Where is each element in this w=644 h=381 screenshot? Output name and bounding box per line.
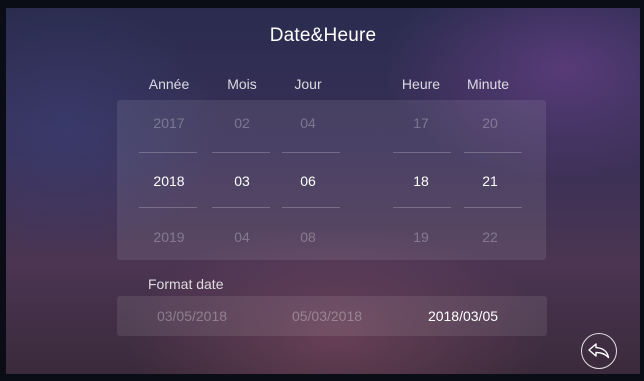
hour-wheel[interactable]: 17 18 19 (391, 100, 451, 260)
back-button[interactable] (581, 333, 617, 369)
month-next[interactable]: 04 (212, 229, 272, 245)
minute-prev[interactable]: 20 (460, 115, 520, 131)
header-year: Année (148, 76, 190, 92)
month-prev[interactable]: 02 (212, 115, 272, 131)
day-current[interactable]: 06 (278, 173, 338, 189)
header-month: Mois (227, 76, 257, 92)
hour-current[interactable]: 18 (391, 173, 451, 189)
format-option-mmddyyyy[interactable]: 05/03/2018 (267, 308, 387, 324)
reply-arrow-icon (588, 343, 610, 359)
year-wheel[interactable]: 2017 2018 2019 (139, 100, 199, 260)
day-next[interactable]: 08 (278, 229, 338, 245)
minute-next[interactable]: 22 (460, 229, 520, 245)
day-wheel[interactable]: 04 06 08 (278, 100, 338, 260)
day-separator-bottom (282, 207, 340, 208)
header-minute: Minute (466, 76, 510, 92)
page-title: Date&Heure (269, 25, 377, 46)
year-current[interactable]: 2018 (139, 173, 199, 189)
format-option-yyyymmdd[interactable]: 2018/03/05 (403, 308, 523, 324)
header-hour: Heure (401, 76, 441, 92)
month-wheel[interactable]: 02 03 04 (212, 100, 272, 260)
format-option-ddmmyyyy[interactable]: 03/05/2018 (132, 308, 252, 324)
minute-current[interactable]: 21 (460, 173, 520, 189)
hour-next[interactable]: 19 (391, 229, 451, 245)
column-headers: Année Mois Jour Heure Minute (6, 76, 640, 96)
date-time-picker: 2017 2018 2019 02 03 04 04 06 08 17 18 1… (117, 100, 546, 260)
year-next[interactable]: 2019 (139, 229, 199, 245)
date-time-settings-screen: Date&Heure Année Mois Jour Heure Minute … (6, 8, 640, 374)
month-separator-bottom (212, 207, 270, 208)
minute-separator-bottom (464, 207, 522, 208)
hour-prev[interactable]: 17 (391, 115, 451, 131)
hour-separator-top (393, 152, 451, 153)
format-date-label: Format date (148, 276, 224, 292)
day-separator-top (282, 152, 340, 153)
day-prev[interactable]: 04 (278, 115, 338, 131)
minute-wheel[interactable]: 20 21 22 (460, 100, 520, 260)
month-current[interactable]: 03 (212, 173, 272, 189)
year-separator-top (139, 152, 197, 153)
year-separator-bottom (139, 207, 197, 208)
hour-separator-bottom (393, 207, 451, 208)
minute-separator-top (464, 152, 522, 153)
header-day: Jour (294, 76, 322, 92)
date-format-selector: 03/05/2018 05/03/2018 2018/03/05 (117, 296, 547, 336)
month-separator-top (212, 152, 270, 153)
year-prev[interactable]: 2017 (139, 115, 199, 131)
